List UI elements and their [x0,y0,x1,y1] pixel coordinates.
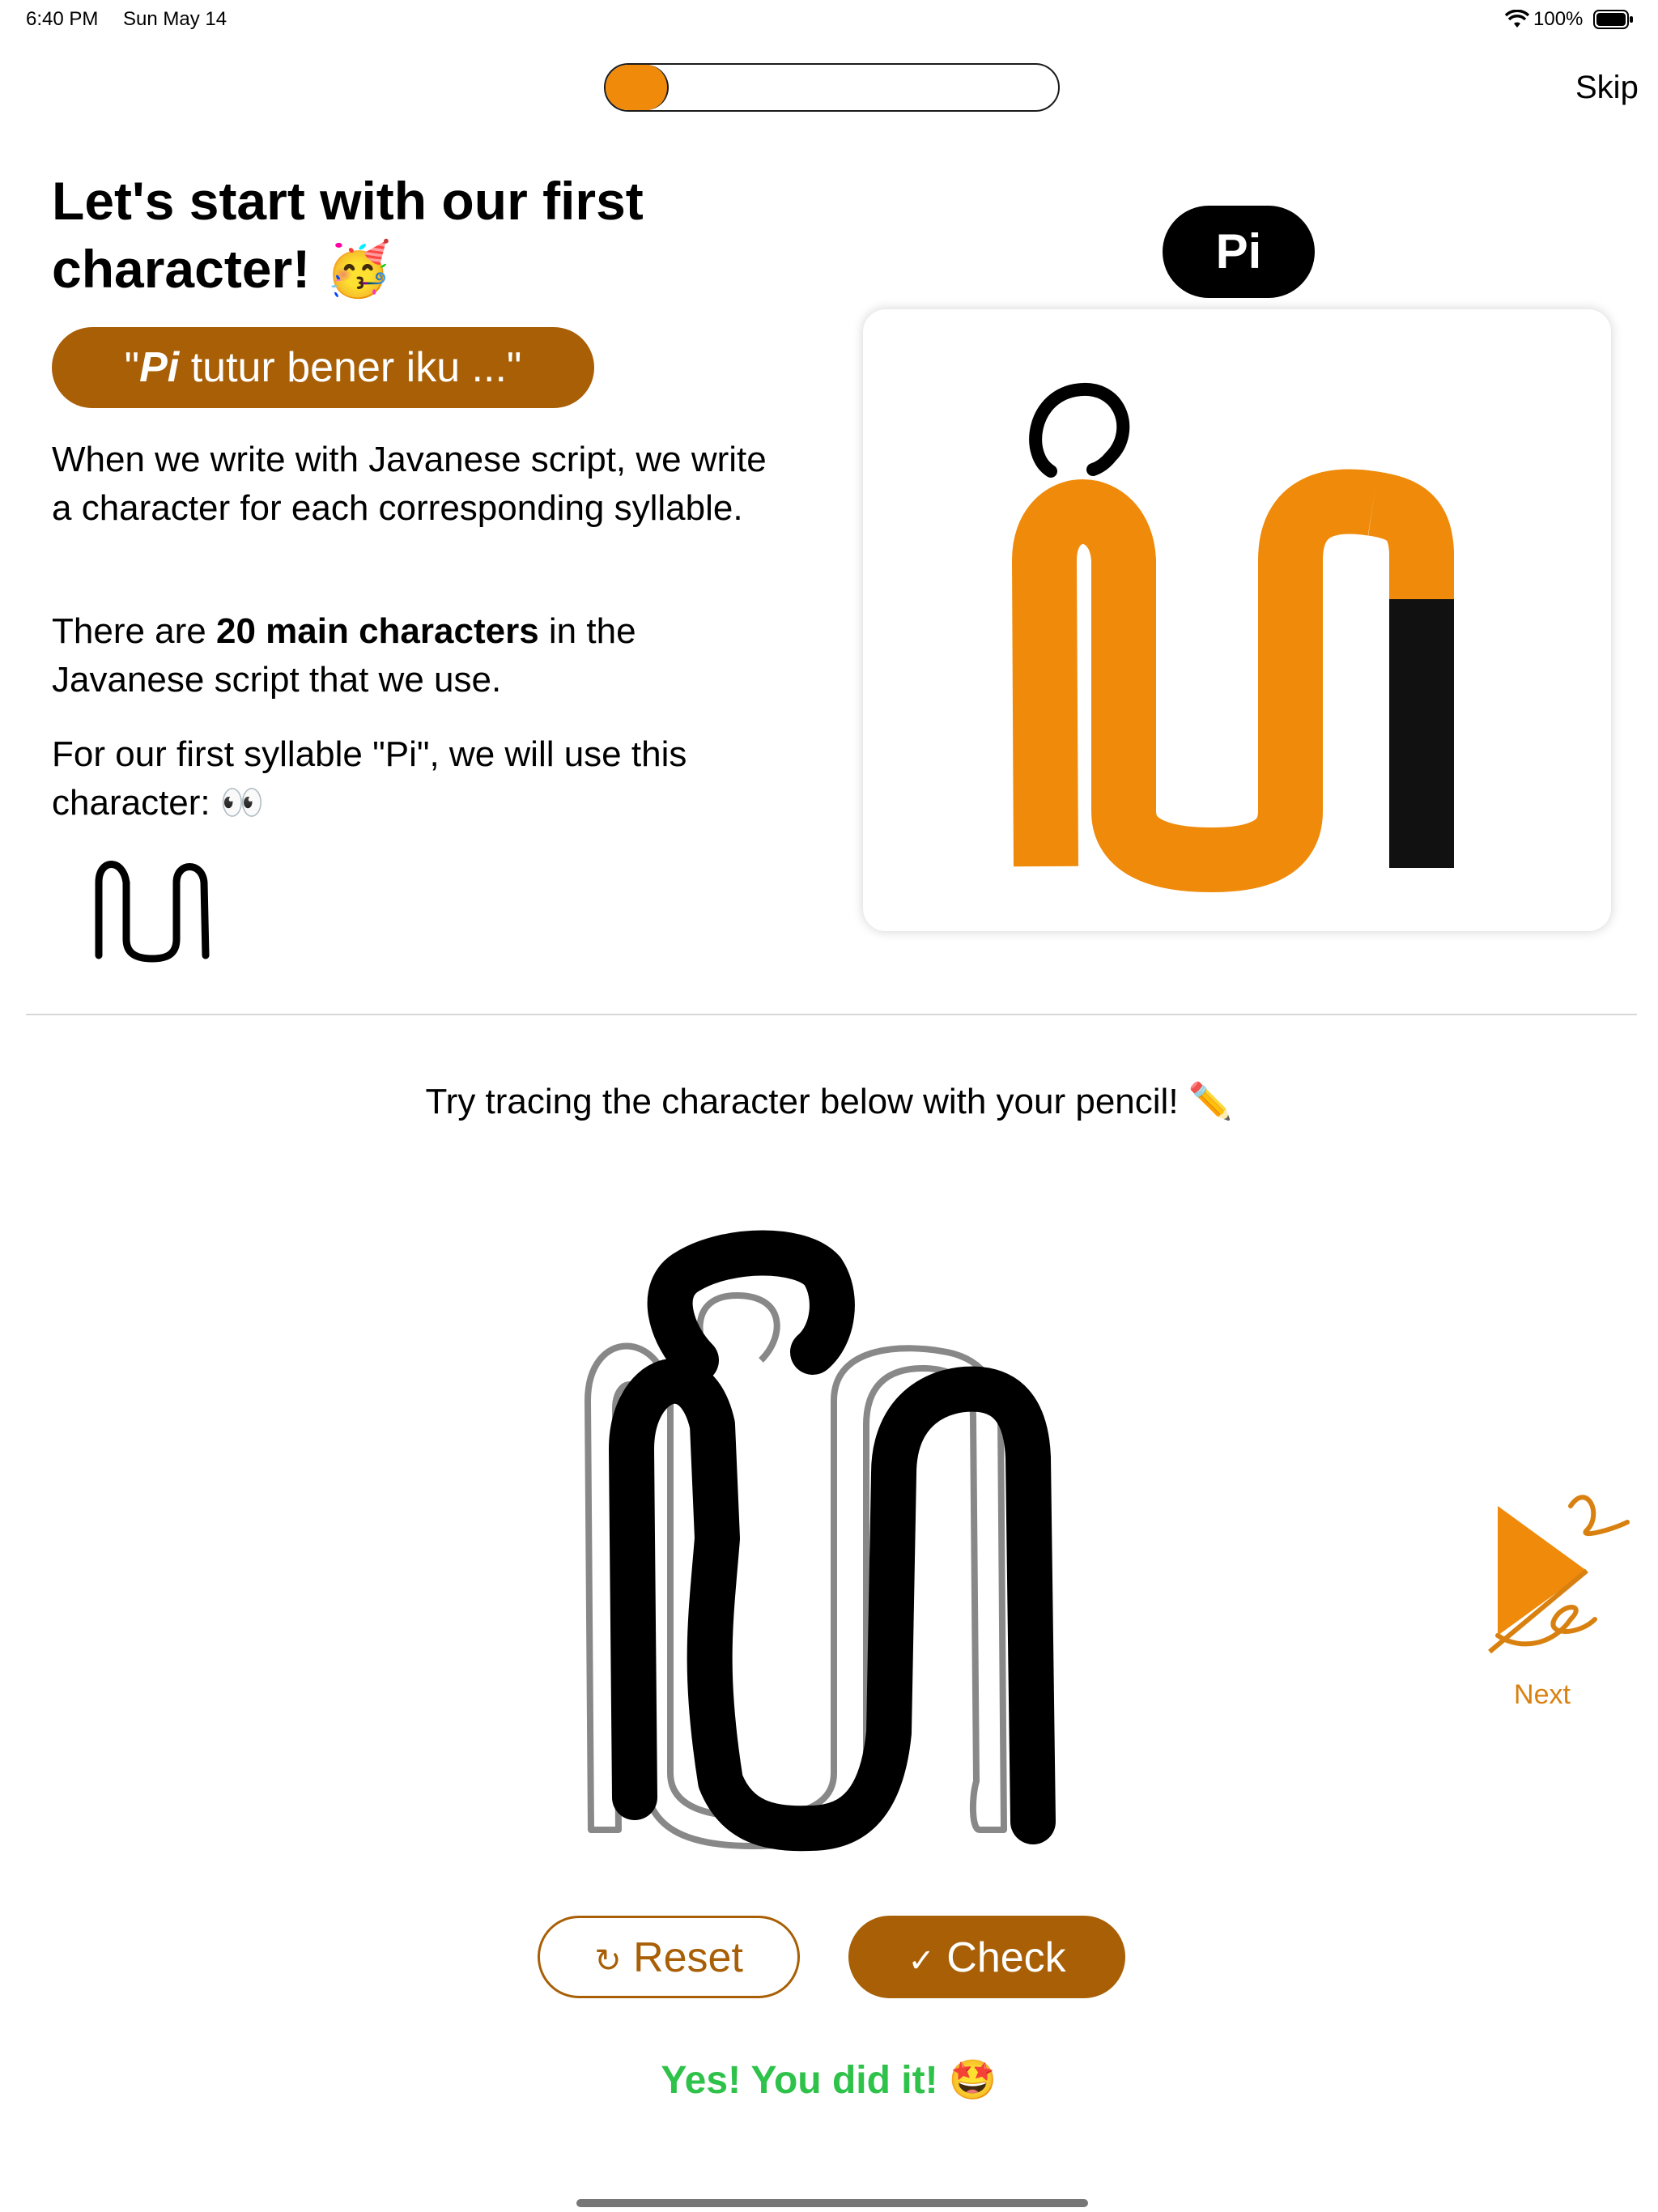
intro-paragraph-3: For our first syllable "Pi", we will use… [52,734,687,823]
battery-percent: 100% [1533,8,1584,30]
quote-pill: "Pi tutur bener iku ..." [52,327,594,408]
status-date: Sun May 14 [123,8,227,30]
wifi-icon [1504,10,1530,28]
battery-icon [1593,10,1633,29]
stroke-animation-card [863,309,1611,931]
section-divider [26,1014,1637,1015]
check-label: Check [946,1934,1066,1981]
syllable-badge: Pi [1163,206,1315,298]
intro-paragraph-1: When we write with Javanese script, we w… [52,440,767,528]
success-message: Yes! You did it! 🤩 [661,2059,997,2102]
intro-paragraph-2: There are 20 main characters in the Java… [52,607,780,704]
status-time: 6:40 PM [26,8,99,30]
tracing-canvas[interactable] [567,1214,1085,1862]
reset-button[interactable]: ↻ Reset [538,1916,800,1998]
rotate-icon: ↻ [594,1943,622,1979]
tracing-instruction: Try tracing the character below with you… [425,1082,1233,1121]
reset-label: Reset [633,1934,743,1981]
quote-prefix: " [124,344,140,391]
para2-text-a: There are [52,611,216,651]
next-button[interactable] [1473,1482,1635,1668]
stroke-animation-glyph [1012,382,1454,892]
check-button[interactable]: ✓ Check [848,1916,1125,1998]
checkmark-icon: ✓ [908,1943,935,1979]
play-arrow-icon [1488,1495,1630,1654]
quote-rest: tutur bener iku ..." [179,344,522,391]
para2-bold: 20 main characters [215,611,539,651]
page-title: Let's start with our first character! 🥳 [52,171,644,299]
skip-button[interactable]: Skip [1575,70,1639,106]
next-label[interactable]: Next [1473,1679,1611,1711]
character-example-glyph [95,861,210,963]
quote-emphasis: Pi [139,344,180,391]
progress-bar [604,63,1060,112]
progress-fill [606,65,670,110]
home-indicator[interactable] [576,2199,1088,2207]
